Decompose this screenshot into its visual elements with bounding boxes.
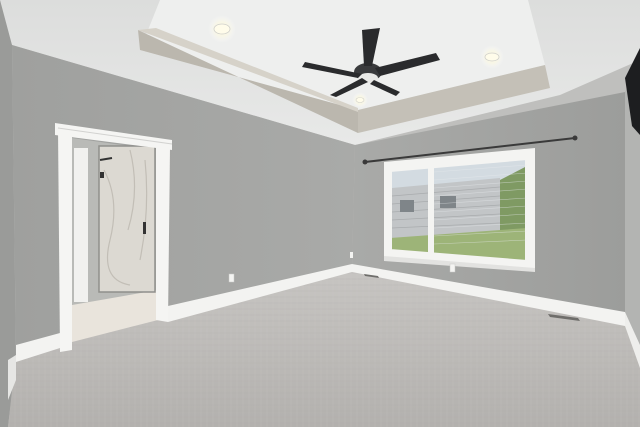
shower-enclosure — [99, 146, 155, 292]
recessed-light-icon — [352, 92, 368, 108]
house-window-1 — [400, 200, 414, 212]
outlet-icon — [449, 263, 456, 273]
outlet-icon — [228, 273, 235, 283]
window-mullion — [428, 166, 434, 254]
bedroom-scene — [0, 0, 640, 427]
window[interactable] — [384, 148, 535, 272]
fixture-knob — [100, 172, 104, 178]
recessed-light-icon — [480, 45, 504, 69]
shower-handle[interactable] — [143, 222, 146, 234]
house-window-2 — [440, 196, 456, 208]
bathroom-doorway[interactable] — [72, 138, 158, 342]
bathroom-inner-jamb — [74, 148, 88, 302]
recessed-light-icon — [208, 15, 236, 43]
scene-drawing — [0, 0, 640, 427]
outlet-icon — [350, 252, 353, 258]
